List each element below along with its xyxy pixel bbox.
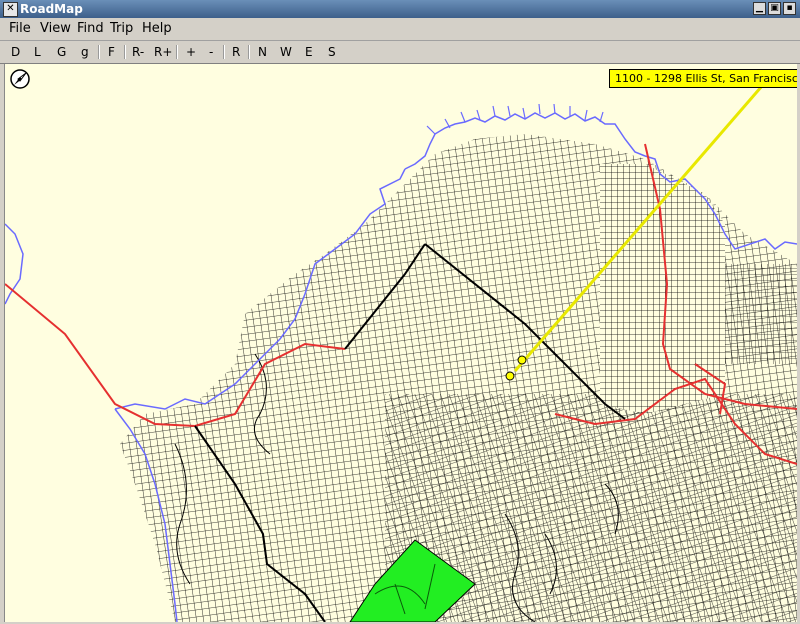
toolbar-separator bbox=[124, 45, 126, 59]
menu-bar: File View Find Trip Help bbox=[0, 18, 800, 41]
tool-button-destination[interactable]: D bbox=[11, 44, 20, 60]
menu-view[interactable]: View bbox=[40, 21, 71, 37]
app-window: ✕ RoadMap ▁ ▣ ▪ File View Find Trip Help… bbox=[0, 0, 800, 624]
window-menu-icon[interactable]: ✕ bbox=[3, 2, 18, 17]
menu-trip[interactable]: Trip bbox=[110, 21, 133, 37]
maximize-icon[interactable]: ▣ bbox=[768, 2, 781, 15]
tool-button-north[interactable]: N bbox=[258, 44, 267, 60]
tool-button-zoom-out[interactable]: - bbox=[209, 44, 213, 60]
toolbar-separator bbox=[176, 45, 178, 59]
menu-find[interactable]: Find bbox=[77, 21, 104, 37]
toolbar-separator bbox=[248, 45, 250, 59]
tool-button-location[interactable]: L bbox=[34, 44, 41, 60]
tool-button-reset[interactable]: R bbox=[232, 44, 240, 60]
map-canvas[interactable]: 1100 - 1298 Ellis St, San Francisco bbox=[4, 64, 797, 622]
tool-button-zoom-in[interactable]: + bbox=[186, 44, 196, 60]
tool-button-gps-lower[interactable]: g bbox=[81, 44, 89, 60]
tool-button-rotate-plus[interactable]: R+ bbox=[154, 44, 172, 60]
title-bar: ✕ RoadMap ▁ ▣ ▪ bbox=[0, 0, 800, 18]
pier-lines bbox=[426, 103, 604, 135]
location-marker[interactable] bbox=[517, 355, 527, 365]
close-icon[interactable]: ▪ bbox=[783, 2, 796, 15]
toolbar-separator bbox=[98, 45, 100, 59]
tool-button-rotate-minus[interactable]: R- bbox=[132, 44, 144, 60]
tool-button-south[interactable]: S bbox=[328, 44, 336, 60]
tool-button-west[interactable]: W bbox=[280, 44, 292, 60]
soma-grid bbox=[725, 264, 797, 364]
menu-file[interactable]: File bbox=[9, 21, 31, 37]
toolbar: D L G g F R- R+ + - R N W E S bbox=[0, 41, 800, 64]
map-svg[interactable] bbox=[5, 64, 797, 622]
minimize-icon[interactable]: ▁ bbox=[753, 2, 766, 15]
tool-button-full[interactable]: F bbox=[108, 44, 115, 60]
window-title: RoadMap bbox=[20, 2, 83, 16]
menu-help[interactable]: Help bbox=[142, 21, 172, 37]
location-marker[interactable] bbox=[505, 371, 515, 381]
compass-icon[interactable] bbox=[9, 68, 31, 90]
tool-button-east[interactable]: E bbox=[305, 44, 313, 60]
tool-button-gps[interactable]: G bbox=[57, 44, 66, 60]
toolbar-separator bbox=[223, 45, 225, 59]
location-tooltip: 1100 - 1298 Ellis St, San Francisco bbox=[609, 69, 797, 88]
